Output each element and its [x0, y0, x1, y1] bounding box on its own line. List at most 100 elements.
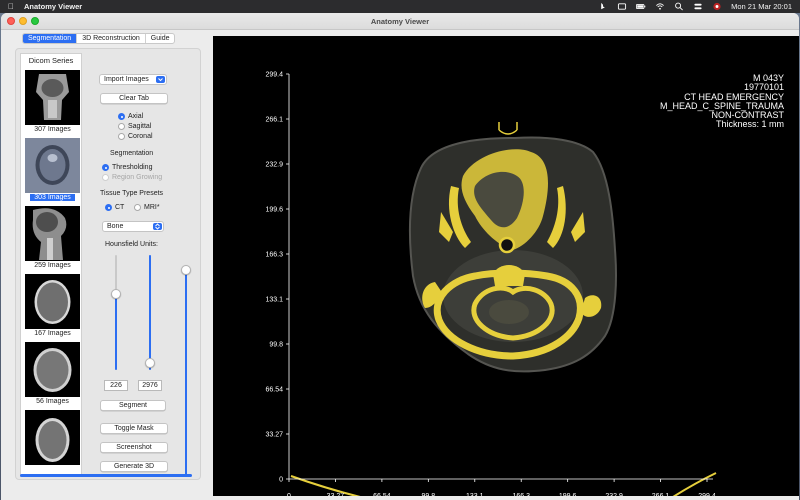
y-tick-label: 266.1: [265, 117, 283, 124]
radio-indicator: [105, 204, 112, 211]
y-tick-label: 0: [279, 477, 283, 484]
slider-fill: [149, 255, 151, 370]
series-thumbnail[interactable]: [25, 274, 80, 329]
status-area: Mon 21 Mar 20:01: [598, 0, 792, 13]
radio-label: Coronal: [128, 133, 153, 140]
x-tick-label: 166.3: [512, 493, 530, 496]
horizontal-scrollbar[interactable]: [20, 474, 192, 477]
x-tick-label: 299.4: [698, 493, 716, 496]
x-tick-label: 99.8: [422, 493, 436, 496]
menu-app-name[interactable]: Anatomy Viewer: [24, 2, 82, 11]
series-item[interactable]: 259 Images: [25, 206, 80, 271]
tab-segmentation[interactable]: Segmentation: [23, 34, 77, 43]
hu-max-slider[interactable]: [145, 255, 155, 370]
y-tick-label: 232.9: [265, 162, 283, 169]
ct-image-viewer[interactable]: 299.4 266.1 232.9 199.6 166.3 133.1 99.8 66.54 3…: [213, 36, 799, 496]
dicom-series-list: Dicom Series 307 Images 303 Images 259 I…: [20, 53, 82, 477]
slider-knob[interactable]: [111, 289, 121, 299]
series-thumbnail[interactable]: [25, 410, 80, 465]
radio-label: CT: [115, 204, 125, 211]
tab-guide[interactable]: Guide: [144, 34, 175, 43]
radio-ct[interactable]: CT: [105, 204, 124, 211]
y-tick-label: 166.3: [265, 252, 283, 259]
generate-3d-button[interactable]: Generate 3D: [100, 461, 168, 472]
radio-axial[interactable]: Axial: [118, 113, 143, 120]
series-item[interactable]: 167 Images: [25, 274, 80, 339]
tissue-preset-select[interactable]: Bone: [102, 221, 164, 232]
tissue-presets-heading: Tissue Type Presets: [100, 190, 164, 197]
x-tick-label: 232.9: [605, 493, 623, 496]
x-tick-label: 266.1: [652, 493, 670, 496]
tab-bar: Segmentation 3D Reconstruction Guide: [22, 33, 176, 44]
radio-indicator: [118, 123, 125, 130]
segmentation-panel: Dicom Series 307 Images 303 Images 259 I…: [15, 48, 201, 480]
y-tick-label: 66.54: [265, 387, 283, 394]
radio-thresholding[interactable]: Thresholding: [102, 164, 152, 171]
slider-fill: [185, 271, 187, 475]
radio-indicator: [134, 204, 141, 211]
dicom-info-line: Thickness: 1 mm: [715, 119, 784, 130]
search-icon[interactable]: [674, 0, 684, 13]
radio-region-growing: Region Growing: [102, 174, 162, 181]
radio-sagittal[interactable]: Sagittal: [118, 123, 151, 130]
series-thumbnail[interactable]: [25, 138, 80, 193]
import-images-select[interactable]: Import Images: [99, 74, 167, 85]
radio-indicator: [102, 174, 109, 181]
series-caption: 259 Images: [34, 262, 71, 269]
apple-icon[interactable]: : [0, 2, 22, 11]
import-images-label: Import Images: [104, 76, 149, 83]
radio-label: MRI*: [144, 204, 160, 211]
y-tick-label: 299.4: [265, 72, 283, 79]
segment-button[interactable]: Segment: [100, 400, 166, 411]
slider-fill: [115, 294, 117, 370]
series-item[interactable]: [25, 410, 80, 465]
close-window-button[interactable]: [7, 17, 15, 25]
series-thumbnail[interactable]: [25, 70, 80, 125]
wifi-icon[interactable]: [655, 0, 665, 13]
bing-icon[interactable]: [598, 0, 608, 13]
toggle-mask-button[interactable]: Toggle Mask: [100, 423, 168, 434]
series-caption: 56 Images: [36, 398, 69, 405]
maximize-window-button[interactable]: [31, 17, 39, 25]
title-bar: Anatomy Viewer: [1, 13, 799, 30]
radio-indicator: [118, 113, 125, 120]
slider-knob[interactable]: [145, 358, 155, 368]
control-center-icon[interactable]: [693, 0, 703, 13]
app-window: Anatomy Viewer Segmentation 3D Reconstru…: [1, 13, 799, 500]
hu-min-field[interactable]: 226: [104, 380, 128, 391]
series-item-selected[interactable]: 303 Images: [25, 138, 80, 203]
minimize-window-button[interactable]: [19, 17, 27, 25]
x-tick-label: 199.6: [559, 493, 577, 496]
menu-clock[interactable]: Mon 21 Mar 20:01: [731, 2, 792, 11]
radio-label: Sagittal: [128, 123, 152, 130]
series-item[interactable]: 56 Images: [25, 342, 80, 407]
radio-coronal[interactable]: Coronal: [118, 133, 153, 140]
series-item[interactable]: 307 Images: [25, 70, 80, 135]
series-thumbnail[interactable]: [25, 206, 80, 261]
y-tick-label: 33.27: [265, 432, 283, 439]
window-icon[interactable]: [617, 0, 627, 13]
segmentation-heading: Segmentation: [110, 150, 154, 157]
menu-bar:  Anatomy Viewer Mon 21 Mar 20:01: [0, 0, 800, 13]
screenshot-button[interactable]: Screenshot: [100, 442, 168, 453]
y-tick-label: 99.8: [269, 342, 283, 349]
x-tick-label: 0: [287, 493, 291, 496]
tissue-preset-value: Bone: [107, 223, 124, 230]
radio-mri[interactable]: MRI*: [134, 204, 160, 211]
clear-tab-button[interactable]: Clear Tab: [100, 93, 168, 104]
hu-max-field[interactable]: 2976: [138, 380, 162, 391]
series-thumbnail[interactable]: [25, 342, 80, 397]
hu-min-slider[interactable]: [111, 255, 121, 370]
series-caption: 303 Images: [30, 194, 75, 201]
tab-3d-reconstruction[interactable]: 3D Reconstruction: [76, 34, 145, 43]
radio-indicator: [102, 164, 109, 171]
battery-icon[interactable]: [636, 0, 646, 13]
flag-icon[interactable]: [712, 0, 722, 13]
hounsfield-heading: Hounsfield Units:: [105, 241, 158, 248]
radio-label: Axial: [128, 113, 144, 120]
slice-slider[interactable]: [181, 265, 191, 475]
radio-label: Thresholding: [112, 164, 153, 171]
x-tick-label: 33.27: [327, 493, 345, 496]
slider-knob[interactable]: [181, 265, 191, 275]
dicom-series-title: Dicom Series: [28, 56, 74, 65]
